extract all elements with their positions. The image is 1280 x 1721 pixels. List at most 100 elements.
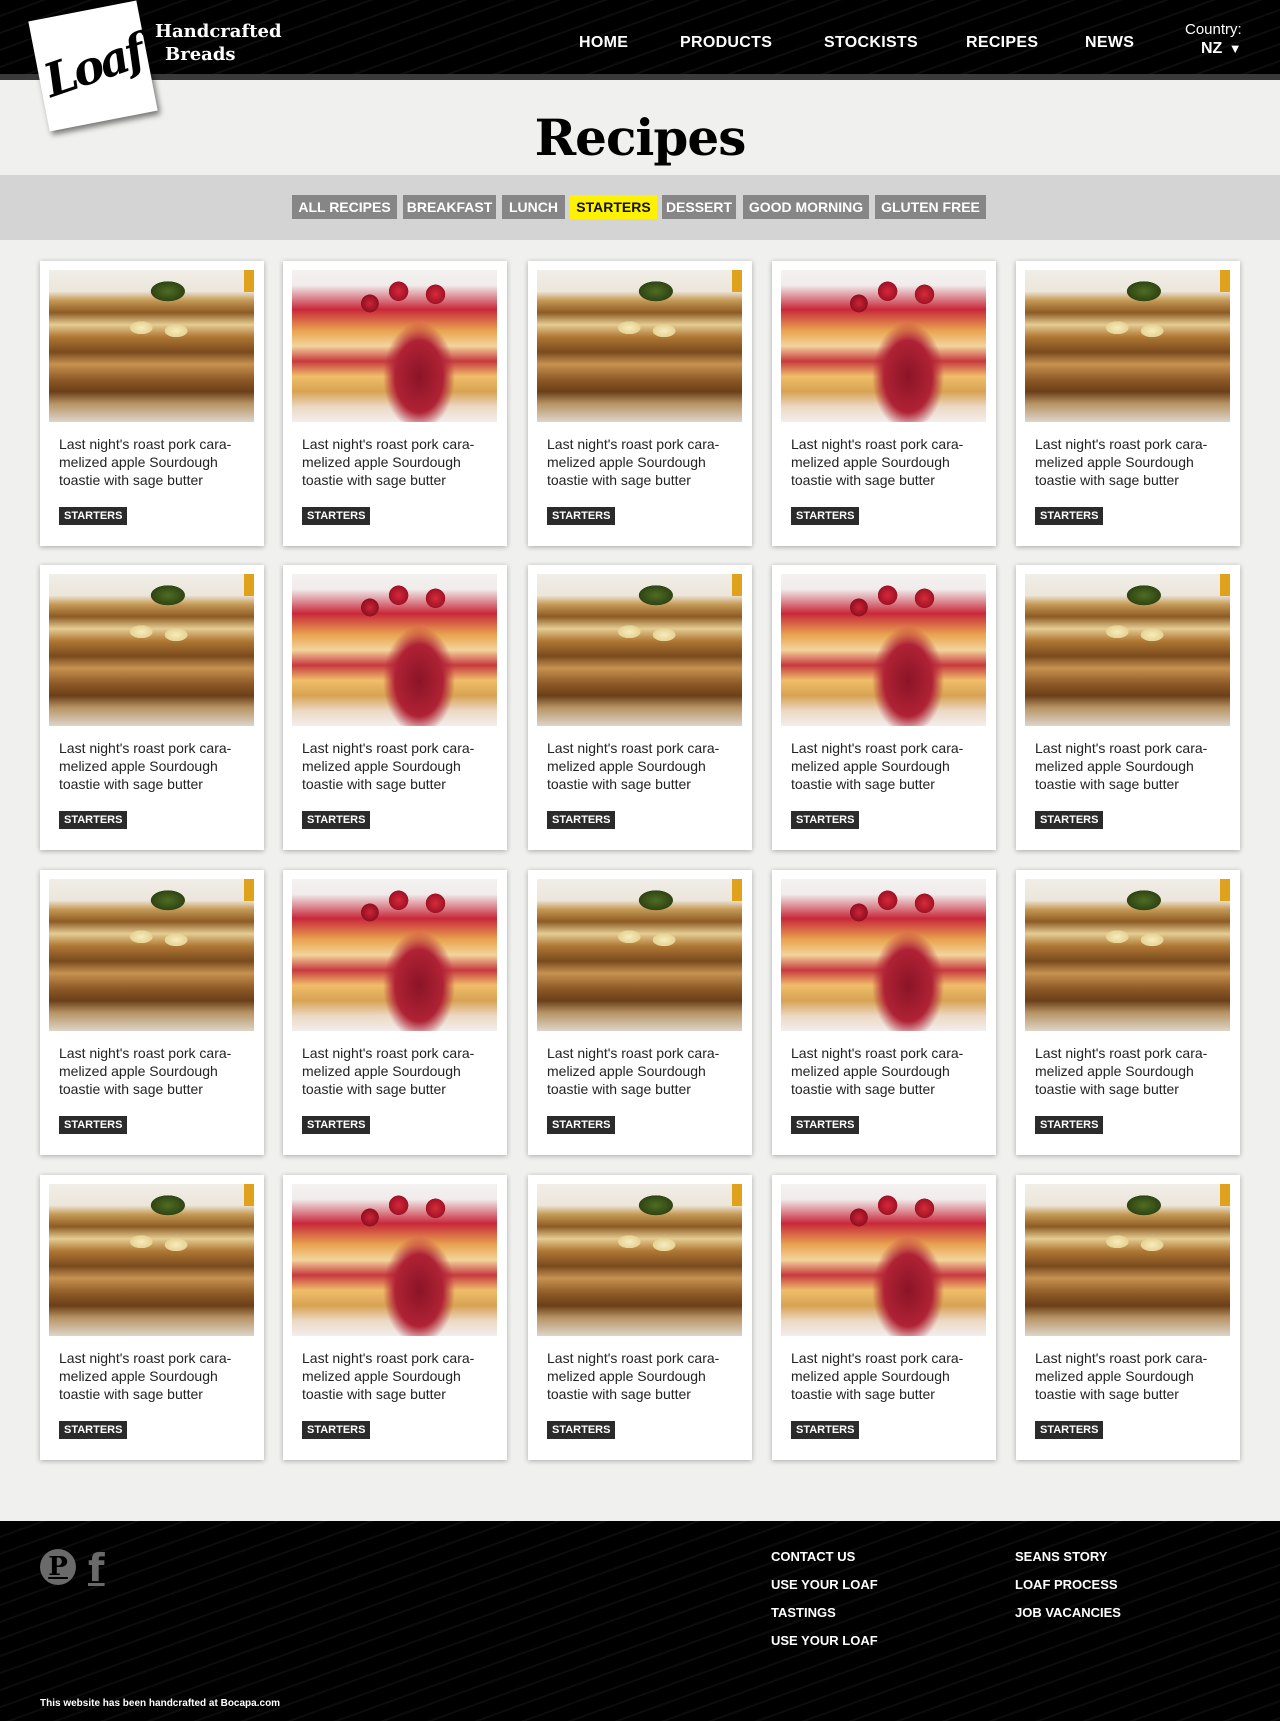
recipe-image[interactable]: [1025, 1184, 1230, 1336]
facebook-icon[interactable]: f: [88, 1549, 110, 1587]
recipe-card[interactable]: Last night's roast pork cara-melized app…: [40, 565, 264, 850]
recipe-title[interactable]: Last night's roast pork cara-melized app…: [547, 1044, 739, 1098]
recipe-title[interactable]: Last night's roast pork cara-melized app…: [791, 739, 983, 793]
recipe-card[interactable]: Last night's roast pork cara-melized app…: [772, 261, 996, 546]
recipe-card[interactable]: Last night's roast pork cara-melized app…: [283, 870, 507, 1155]
recipe-card[interactable]: Last night's roast pork cara-melized app…: [772, 565, 996, 850]
recipe-card[interactable]: Last night's roast pork cara-melized app…: [1016, 565, 1240, 850]
recipe-title[interactable]: Last night's roast pork cara-melized app…: [302, 1044, 494, 1098]
recipe-title[interactable]: Last night's roast pork cara-melized app…: [1035, 739, 1227, 793]
recipe-card[interactable]: Last night's roast pork cara-melized app…: [40, 261, 264, 546]
recipe-image[interactable]: [781, 574, 986, 726]
recipe-title[interactable]: Last night's roast pork cara-melized app…: [547, 739, 739, 793]
nav-home[interactable]: HOME: [579, 34, 628, 52]
filter-starters[interactable]: STARTERS: [570, 195, 657, 219]
recipe-category-tag[interactable]: STARTERS: [302, 811, 371, 829]
footer-link-job-vacancies[interactable]: JOB VACANCIES: [1015, 1605, 1121, 1620]
recipe-image[interactable]: [781, 879, 986, 1031]
recipe-category-tag[interactable]: STARTERS: [791, 507, 860, 525]
recipe-image[interactable]: [292, 270, 497, 422]
nav-products[interactable]: PRODUCTS: [680, 34, 772, 52]
recipe-title[interactable]: Last night's roast pork cara-melized app…: [59, 1349, 251, 1403]
nav-recipes[interactable]: RECIPES: [966, 34, 1038, 52]
recipe-image[interactable]: [781, 270, 986, 422]
recipe-card[interactable]: Last night's roast pork cara-melized app…: [283, 1175, 507, 1460]
filter-good-morning[interactable]: GOOD MORNING: [743, 195, 869, 219]
recipe-title[interactable]: Last night's roast pork cara-melized app…: [302, 1349, 494, 1403]
nav-stockists[interactable]: STOCKISTS: [824, 34, 918, 52]
recipe-image[interactable]: [537, 879, 742, 1031]
recipe-card[interactable]: Last night's roast pork cara-melized app…: [283, 565, 507, 850]
recipe-title[interactable]: Last night's roast pork cara-melized app…: [1035, 435, 1227, 489]
filter-lunch[interactable]: LUNCH: [502, 195, 565, 219]
recipe-category-tag[interactable]: STARTERS: [791, 1116, 860, 1134]
recipe-title[interactable]: Last night's roast pork cara-melized app…: [59, 739, 251, 793]
recipe-category-tag[interactable]: STARTERS: [59, 811, 128, 829]
recipe-title[interactable]: Last night's roast pork cara-melized app…: [59, 1044, 251, 1098]
recipe-image[interactable]: [49, 1184, 254, 1336]
recipe-image[interactable]: [292, 574, 497, 726]
recipe-title[interactable]: Last night's roast pork cara-melized app…: [1035, 1044, 1227, 1098]
recipe-card[interactable]: Last night's roast pork cara-melized app…: [528, 565, 752, 850]
recipe-image[interactable]: [1025, 270, 1230, 422]
filter-all-recipes[interactable]: ALL RECIPES: [292, 195, 397, 219]
recipe-category-tag[interactable]: STARTERS: [1035, 811, 1104, 829]
footer-link-use-your-loaf[interactable]: USE YOUR LOAF: [771, 1577, 878, 1592]
recipe-category-tag[interactable]: STARTERS: [547, 1421, 616, 1439]
recipe-card[interactable]: Last night's roast pork cara-melized app…: [40, 1175, 264, 1460]
recipe-image[interactable]: [292, 879, 497, 1031]
recipe-image[interactable]: [49, 270, 254, 422]
filter-dessert[interactable]: DESSERT: [662, 195, 736, 219]
recipe-category-tag[interactable]: STARTERS: [547, 507, 616, 525]
recipe-image[interactable]: [537, 574, 742, 726]
recipe-title[interactable]: Last night's roast pork cara-melized app…: [1035, 1349, 1227, 1403]
recipe-category-tag[interactable]: STARTERS: [302, 1116, 371, 1134]
country-select[interactable]: NZ ▼: [1201, 40, 1242, 58]
recipe-category-tag[interactable]: STARTERS: [302, 507, 371, 525]
filter-gluten-free[interactable]: GLUTEN FREE: [875, 195, 986, 219]
pinterest-icon[interactable]: P: [40, 1549, 76, 1585]
recipe-category-tag[interactable]: STARTERS: [1035, 1116, 1104, 1134]
recipe-card[interactable]: Last night's roast pork cara-melized app…: [772, 870, 996, 1155]
recipe-category-tag[interactable]: STARTERS: [59, 1116, 128, 1134]
recipe-category-tag[interactable]: STARTERS: [791, 811, 860, 829]
recipe-category-tag[interactable]: STARTERS: [1035, 1421, 1104, 1439]
recipe-title[interactable]: Last night's roast pork cara-melized app…: [59, 435, 251, 489]
recipe-card[interactable]: Last night's roast pork cara-melized app…: [1016, 261, 1240, 546]
filter-breakfast[interactable]: BREAKFAST: [403, 195, 496, 219]
footer-link-seans-story[interactable]: SEANS STORY: [1015, 1549, 1107, 1564]
recipe-image[interactable]: [292, 1184, 497, 1336]
recipe-title[interactable]: Last night's roast pork cara-melized app…: [547, 435, 739, 489]
recipe-title[interactable]: Last night's roast pork cara-melized app…: [302, 739, 494, 793]
recipe-image[interactable]: [537, 1184, 742, 1336]
recipe-card[interactable]: Last night's roast pork cara-melized app…: [772, 1175, 996, 1460]
recipe-card[interactable]: Last night's roast pork cara-melized app…: [528, 870, 752, 1155]
footer-link-use-your-loaf-2[interactable]: USE YOUR LOAF: [771, 1633, 878, 1648]
recipe-card[interactable]: Last night's roast pork cara-melized app…: [528, 261, 752, 546]
recipe-image[interactable]: [49, 879, 254, 1031]
recipe-category-tag[interactable]: STARTERS: [547, 1116, 616, 1134]
footer-link-tastings[interactable]: TASTINGS: [771, 1605, 836, 1620]
recipe-category-tag[interactable]: STARTERS: [302, 1421, 371, 1439]
recipe-image[interactable]: [1025, 879, 1230, 1031]
recipe-category-tag[interactable]: STARTERS: [59, 507, 128, 525]
nav-news[interactable]: NEWS: [1085, 34, 1134, 52]
recipe-image[interactable]: [49, 574, 254, 726]
recipe-category-tag[interactable]: STARTERS: [791, 1421, 860, 1439]
recipe-category-tag[interactable]: STARTERS: [59, 1421, 128, 1439]
footer-link-contact-us[interactable]: CONTACT US: [771, 1549, 855, 1564]
recipe-category-tag[interactable]: STARTERS: [547, 811, 616, 829]
recipe-card[interactable]: Last night's roast pork cara-melized app…: [283, 261, 507, 546]
recipe-image[interactable]: [1025, 574, 1230, 726]
recipe-image[interactable]: [781, 1184, 986, 1336]
recipe-card[interactable]: Last night's roast pork cara-melized app…: [1016, 870, 1240, 1155]
recipe-image[interactable]: [537, 270, 742, 422]
recipe-title[interactable]: Last night's roast pork cara-melized app…: [302, 435, 494, 489]
recipe-card[interactable]: Last night's roast pork cara-melized app…: [40, 870, 264, 1155]
recipe-title[interactable]: Last night's roast pork cara-melized app…: [791, 435, 983, 489]
recipe-title[interactable]: Last night's roast pork cara-melized app…: [791, 1044, 983, 1098]
recipe-title[interactable]: Last night's roast pork cara-melized app…: [547, 1349, 739, 1403]
recipe-category-tag[interactable]: STARTERS: [1035, 507, 1104, 525]
recipe-card[interactable]: Last night's roast pork cara-melized app…: [528, 1175, 752, 1460]
footer-link-loaf-process[interactable]: LOAF PROCESS: [1015, 1577, 1118, 1592]
